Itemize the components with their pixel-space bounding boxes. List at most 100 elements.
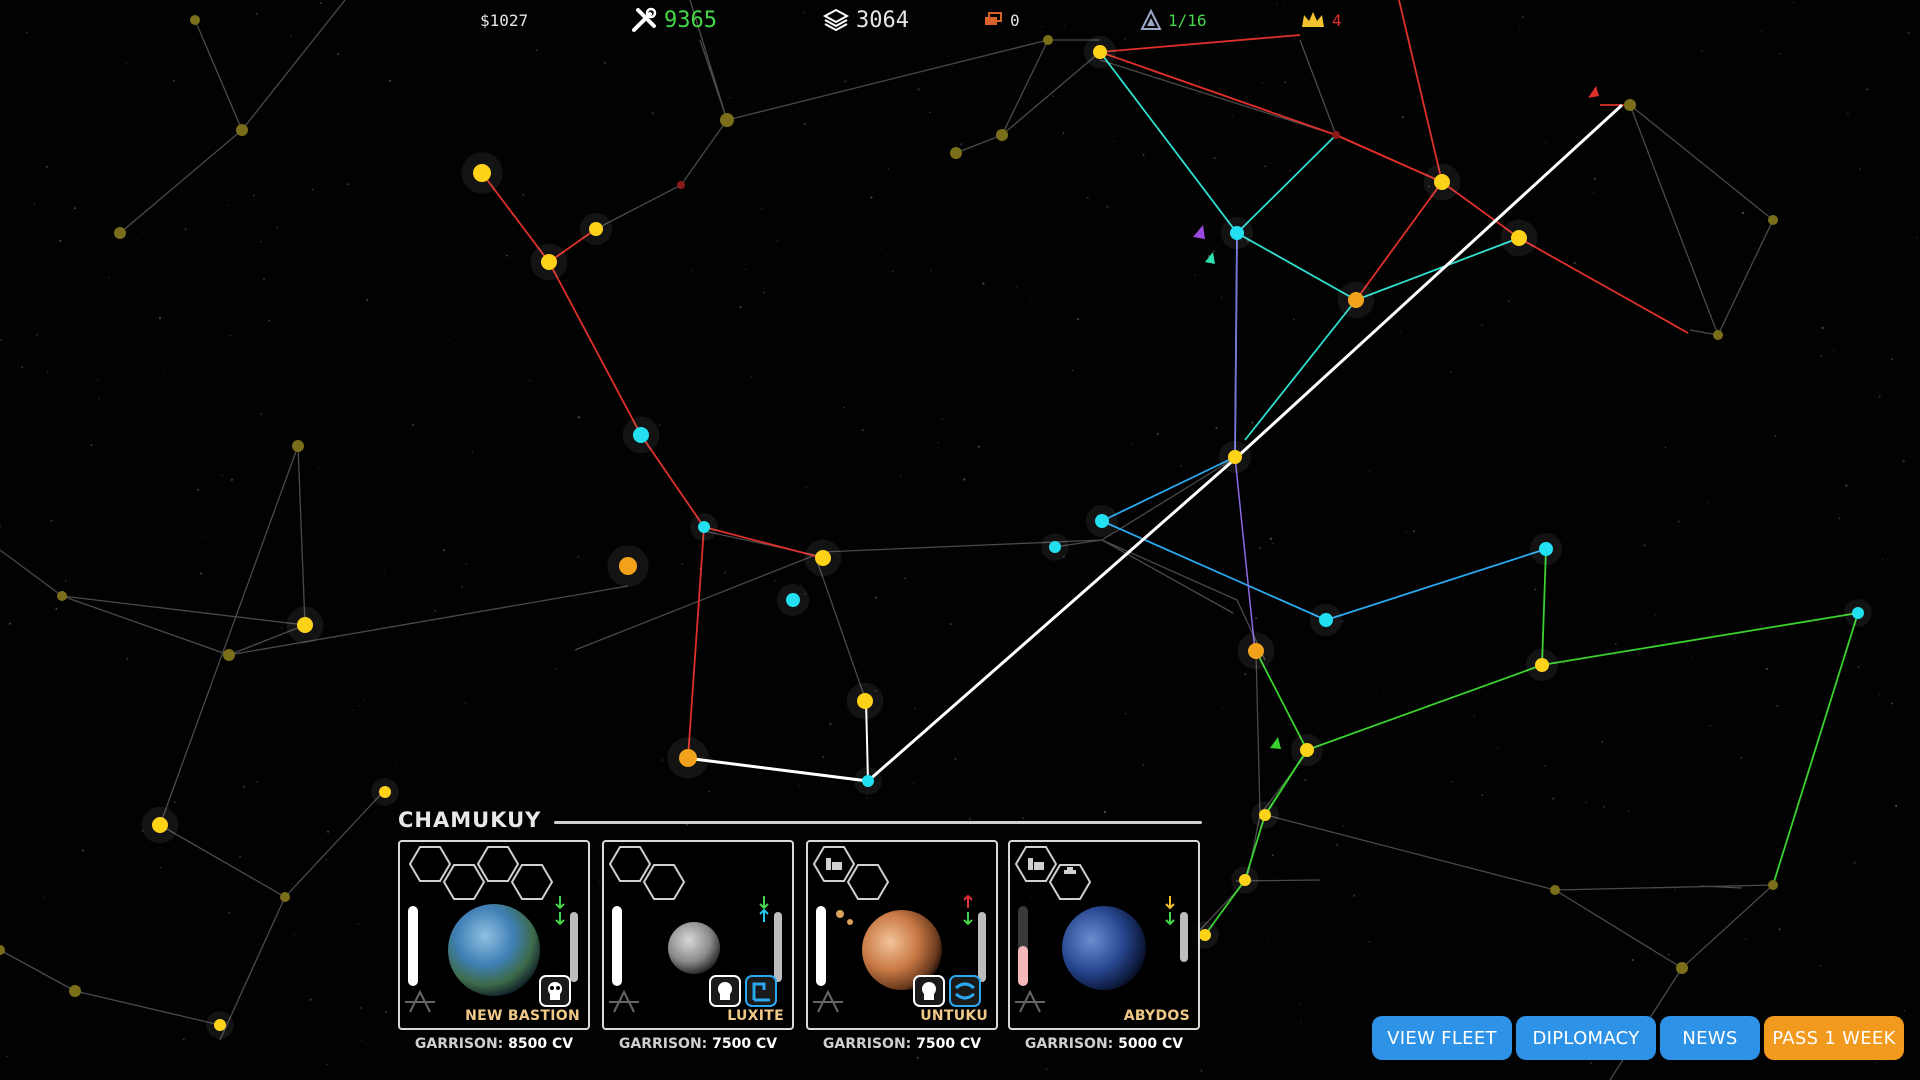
- star-system-node[interactable]: [776, 583, 810, 617]
- background-star: [158, 317, 162, 320]
- background-star: [1841, 555, 1843, 556]
- star-system-node[interactable]: [1529, 532, 1563, 566]
- star-system-node[interactable]: [846, 682, 884, 720]
- background-star: [803, 123, 806, 126]
- background-star: [658, 424, 661, 426]
- background-star: [1847, 112, 1849, 114]
- star-system-node[interactable]: [804, 539, 842, 577]
- background-star: [284, 180, 286, 182]
- star-system-node[interactable]: [286, 606, 324, 644]
- star-system-node[interactable]: [1676, 962, 1688, 974]
- background-star: [1235, 1013, 1236, 1015]
- star-system-node[interactable]: [1768, 215, 1778, 225]
- star-system-node[interactable]: [236, 124, 248, 136]
- news-button[interactable]: NEWS: [1660, 1016, 1760, 1060]
- planet-card-new-bastion[interactable]: NEW BASTION: [398, 840, 590, 1030]
- background-star: [900, 475, 902, 477]
- background-star: [822, 755, 825, 758]
- background-star: [1879, 693, 1881, 696]
- star-system-node[interactable]: [1844, 599, 1872, 627]
- star-system-node[interactable]: [292, 440, 304, 452]
- background-star: [763, 306, 764, 307]
- background-star: [55, 607, 58, 610]
- star-system-node[interactable]: [190, 15, 200, 25]
- star-system-node[interactable]: [1083, 35, 1117, 69]
- star-system-node[interactable]: [1290, 733, 1324, 767]
- star-system-node[interactable]: [371, 778, 399, 806]
- diplomacy-button[interactable]: DIPLOMACY: [1516, 1016, 1656, 1060]
- background-star: [1284, 2, 1286, 4]
- star-system-node[interactable]: [280, 892, 290, 902]
- star-system-node[interactable]: [1332, 131, 1340, 139]
- star-system-node[interactable]: [667, 737, 709, 779]
- ship-stack-icon: [985, 12, 1002, 25]
- background-star: [50, 519, 53, 522]
- star-system-node[interactable]: [1231, 866, 1259, 894]
- money-value: $1027: [480, 10, 529, 30]
- background-star: [319, 2, 323, 5]
- background-star: [1859, 168, 1861, 170]
- star-system-node[interactable]: [1251, 801, 1279, 829]
- background-star: [1546, 393, 1548, 395]
- star-system-node[interactable]: [1337, 281, 1375, 319]
- planet-card-abydos[interactable]: ABYDOS: [1008, 840, 1200, 1030]
- background-star: [1631, 958, 1634, 962]
- hex-slots-icon: [408, 846, 554, 900]
- star-system-node[interactable]: [1423, 163, 1461, 201]
- background-star: [925, 9, 927, 11]
- star-system-node[interactable]: [1237, 632, 1275, 670]
- planet-card-graphic: [405, 846, 578, 1013]
- star-system-node[interactable]: [996, 129, 1008, 141]
- background-star: [636, 206, 638, 208]
- background-star: [357, 328, 359, 329]
- background-star: [46, 370, 49, 373]
- star-system-node[interactable]: [1041, 533, 1069, 561]
- background-star: [1573, 261, 1576, 265]
- star-system-node[interactable]: [69, 985, 81, 997]
- planet-card-untuku[interactable]: UNTUKU: [806, 840, 998, 1030]
- star-system-node[interactable]: [206, 1011, 234, 1039]
- background-star: [285, 948, 287, 950]
- view-fleet-button[interactable]: VIEW FLEET: [1372, 1016, 1512, 1060]
- background-star: [723, 571, 726, 574]
- background-star: [982, 282, 985, 285]
- star-system-node[interactable]: [1713, 330, 1723, 340]
- background-star: [163, 373, 165, 375]
- star-system-node[interactable]: [1624, 99, 1636, 111]
- star-system-node[interactable]: [1220, 216, 1254, 250]
- background-star: [323, 40, 325, 41]
- star-system-node[interactable]: [677, 181, 685, 189]
- background-star: [260, 412, 263, 416]
- star-system-node[interactable]: [690, 513, 718, 541]
- star-system-node[interactable]: [114, 227, 126, 239]
- star-system-node[interactable]: [720, 113, 734, 127]
- star-system-node[interactable]: [579, 212, 613, 246]
- pass-week-button[interactable]: PASS 1 WEEK: [1764, 1016, 1904, 1060]
- star-system-node[interactable]: [223, 649, 235, 661]
- star-system-node[interactable]: [0, 945, 5, 955]
- star-system-node[interactable]: [1525, 648, 1559, 682]
- ships-resource: 0: [982, 6, 1020, 34]
- star-system-node[interactable]: [1768, 880, 1778, 890]
- background-star: [843, 406, 845, 409]
- background-star: [1709, 725, 1711, 727]
- star-system-node[interactable]: [530, 243, 568, 281]
- star-system-node[interactable]: [57, 591, 67, 601]
- star-system-node[interactable]: [1550, 885, 1560, 895]
- planet-card-luxite[interactable]: LUXITE: [602, 840, 794, 1030]
- star-system-node[interactable]: [1218, 440, 1252, 474]
- star-system-node[interactable]: [461, 152, 503, 194]
- star-system-node[interactable]: [1085, 504, 1119, 538]
- star-system-node[interactable]: [950, 147, 962, 159]
- star-system-node[interactable]: [1309, 603, 1343, 637]
- star-system-node[interactable]: [622, 416, 660, 454]
- background-star: [800, 132, 803, 135]
- background-star: [197, 488, 200, 491]
- garrison-untuku: GARRISON: 7500 CV: [806, 1036, 998, 1052]
- star-system-node[interactable]: [1500, 219, 1538, 257]
- star-system-node[interactable]: [1043, 35, 1053, 45]
- star-system-node[interactable]: [854, 767, 882, 795]
- background-star: [1739, 864, 1741, 866]
- star-system-node[interactable]: [141, 806, 179, 844]
- star-system-node[interactable]: [607, 545, 649, 587]
